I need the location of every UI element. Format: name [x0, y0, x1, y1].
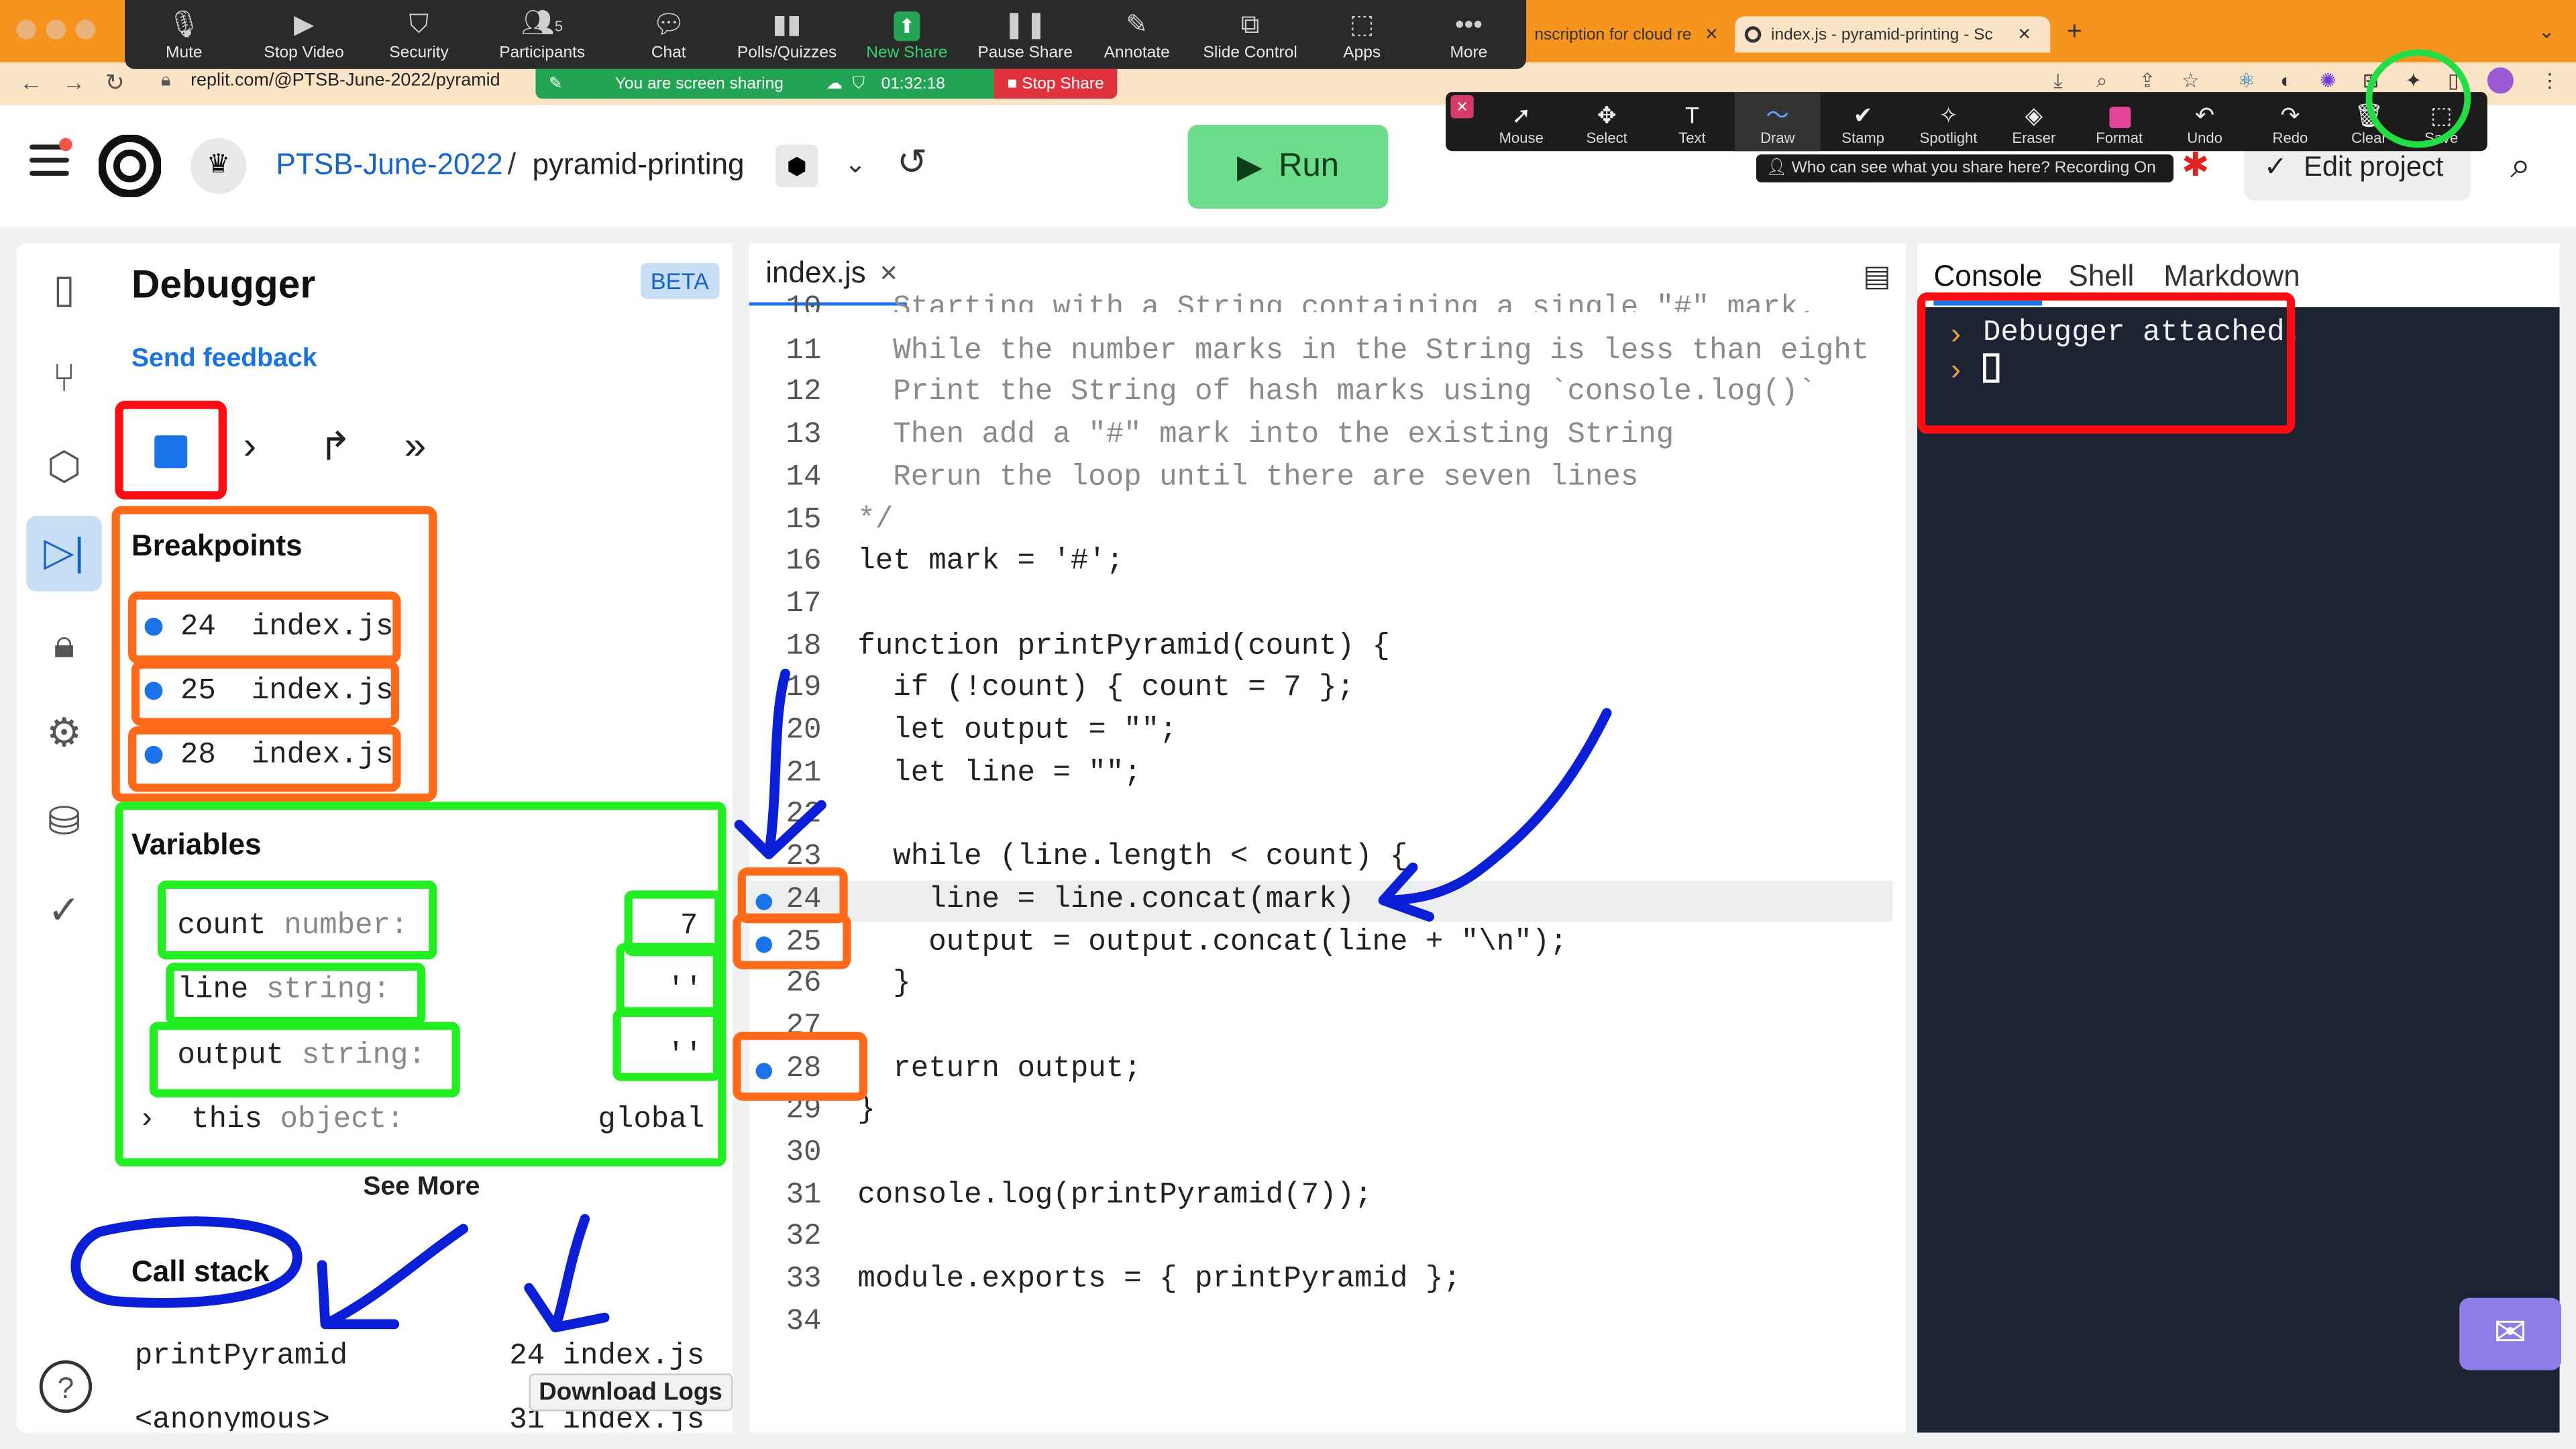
- arrow-to-line-24: [1378, 708, 1612, 922]
- arrow-to-callstack-fn: [317, 1224, 468, 1330]
- pen-annotation-arrows: [70, 668, 1612, 1333]
- screen: nscription for cloud re ✕ index.js - pyr…: [0, 0, 2576, 1449]
- arrow-to-breakpoint-24: [734, 668, 826, 859]
- arrow-to-callstack-loc: [524, 1214, 610, 1333]
- call-stack-circle: [70, 1216, 303, 1308]
